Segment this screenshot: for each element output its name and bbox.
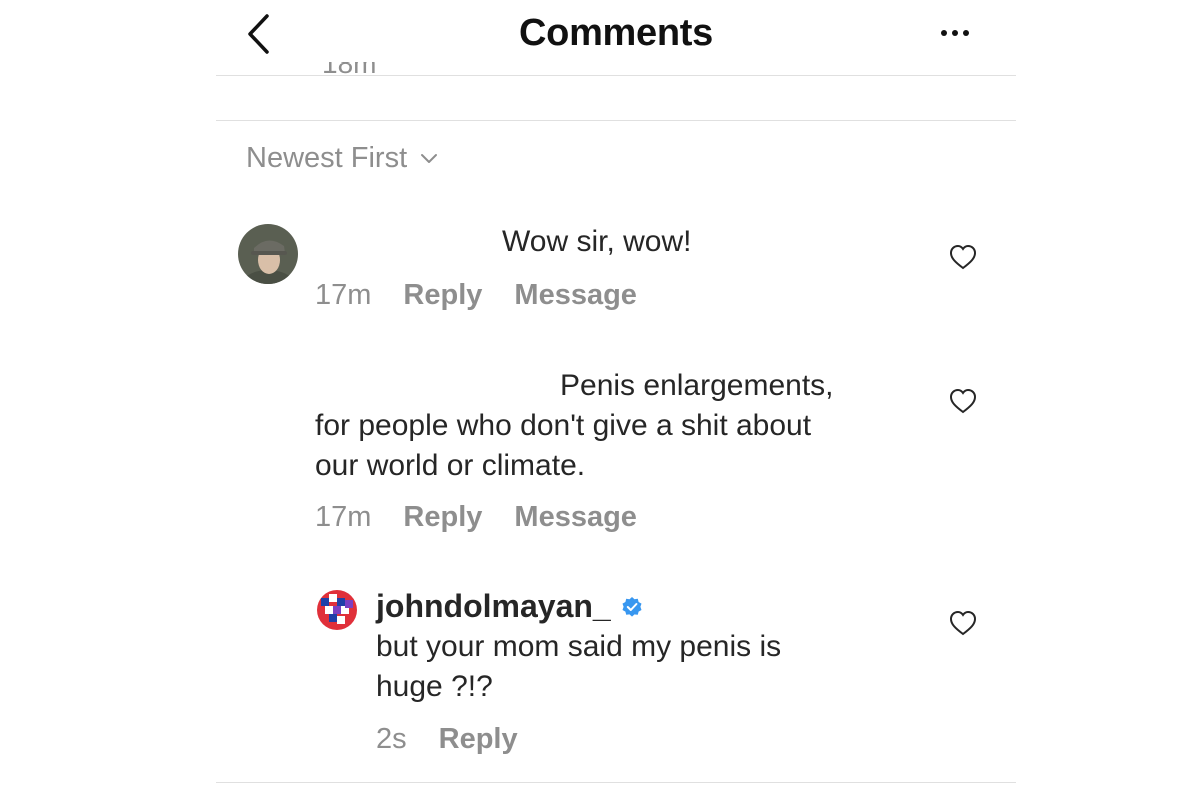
reply-actions: 2s Reply [376,723,550,756]
section-divider [216,120,1016,121]
clipped-previous-timestamp: 18m [322,62,377,79]
message-button[interactable]: Message [514,279,637,312]
reply-username[interactable]: johndolmayan_ [376,588,611,625]
like-button[interactable] [948,243,978,271]
sort-dropdown[interactable]: Newest First [246,142,439,175]
bottom-divider [216,782,1016,783]
comment-text-line: Penis enlargements, [560,369,834,402]
heart-icon [949,388,977,414]
comment-text-line: our world or climate. [315,449,586,482]
heart-icon [949,610,977,636]
heart-icon [949,244,977,270]
page-title: Comments [519,12,713,54]
like-button[interactable] [948,387,978,415]
reply-button[interactable]: Reply [403,501,482,534]
reply-timestamp: 2s [376,723,407,755]
reply-text-line: but your mom said my penis is [376,630,782,663]
sort-label: Newest First [246,142,408,174]
comment-text: Wow sir, wow! [502,225,692,258]
commenter-avatar[interactable] [238,224,298,284]
profile-photo [317,590,357,630]
reply-text-line: huge ?!? [376,670,493,703]
comment-timestamp: 17m [315,279,372,311]
message-button[interactable]: Message [514,501,637,534]
like-button[interactable] [948,609,978,637]
chevron-down-icon [421,153,438,163]
more-options-button[interactable] [930,18,980,48]
comment-text-line: for people who don't give a shit about [315,409,812,442]
profile-photo [238,224,298,284]
comment-actions: 17m Reply Message [315,279,669,312]
comment-timestamp: 17m [315,501,372,533]
verified-badge-icon [621,596,643,618]
more-horizontal-icon [941,30,969,36]
reply-button[interactable]: Reply [439,723,518,756]
reply-button[interactable]: Reply [403,279,482,312]
reply-author-avatar[interactable] [317,590,357,630]
comment-actions: 17m Reply Message [315,501,669,534]
